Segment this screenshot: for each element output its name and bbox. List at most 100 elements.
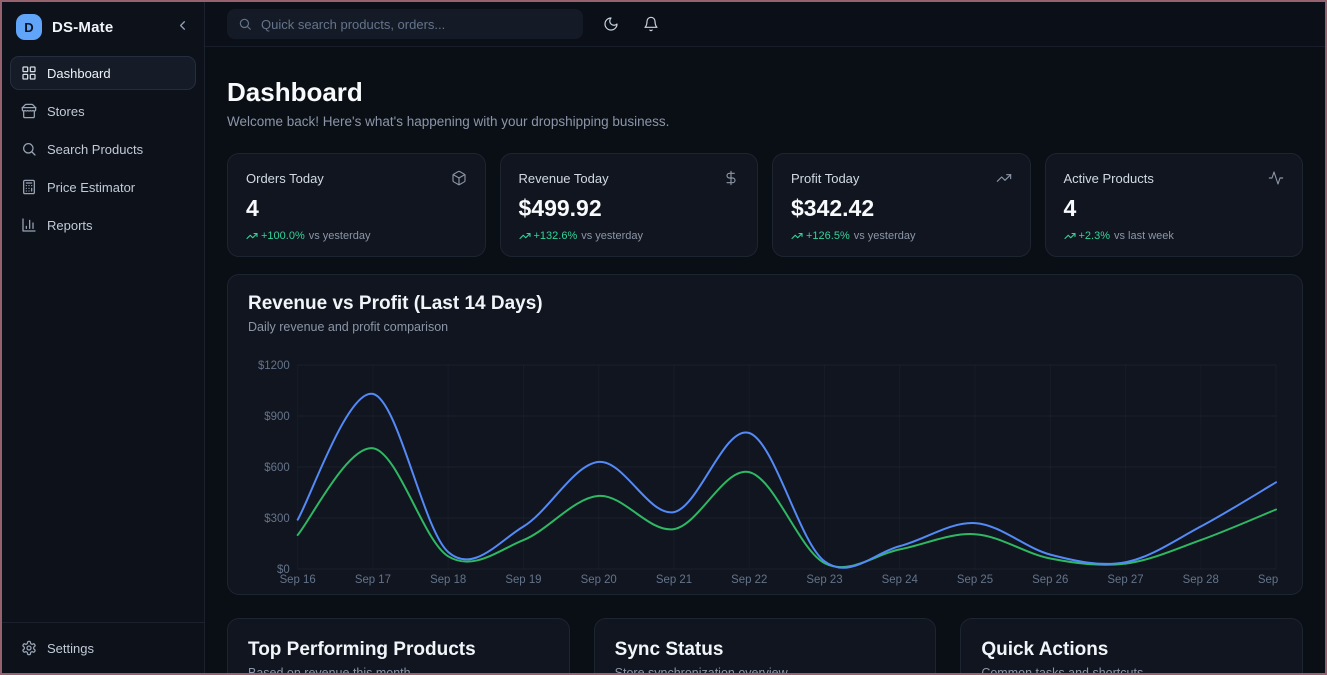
top-performing-products-card: Top Performing Products Based on revenue… <box>227 618 570 673</box>
card-title: Sync Status <box>615 639 916 661</box>
trending-up-icon <box>1064 230 1076 242</box>
sidebar-item-search-products[interactable]: Search Products <box>10 132 196 166</box>
svg-text:Sep 22: Sep 22 <box>731 574 767 586</box>
svg-text:Sep 26: Sep 26 <box>1032 574 1068 586</box>
activity-icon <box>1268 170 1284 186</box>
sidebar-item-reports[interactable]: Reports <box>10 208 196 242</box>
svg-text:Sep 23: Sep 23 <box>806 574 842 586</box>
store-icon <box>21 103 37 119</box>
stat-card-profit-today: Profit Today $342.42 +126.5% vs yesterda… <box>772 153 1031 257</box>
stat-value: 4 <box>246 195 467 222</box>
sidebar-item-label: Search Products <box>47 142 143 157</box>
stat-delta: +132.6% vs yesterday <box>519 230 740 242</box>
chevron-left-icon <box>175 18 190 36</box>
stat-card-orders-today: Orders Today 4 +100.0% vs yesterday <box>227 153 486 257</box>
stat-label: Profit Today <box>791 171 859 186</box>
trending-up-icon <box>246 230 258 242</box>
stat-delta: +126.5% vs yesterday <box>791 230 1012 242</box>
svg-text:Sep 27: Sep 27 <box>1107 574 1143 586</box>
sidebar-item-label: Price Estimator <box>47 180 135 195</box>
logo-initial: D <box>24 20 33 35</box>
sidebar-item-label: Stores <box>47 104 85 119</box>
sidebar: D DS-Mate Dashboard Stores <box>2 2 205 673</box>
bottom-cards-row: Top Performing Products Based on revenue… <box>227 618 1303 673</box>
main-area: Dashboard Welcome back! Here's what's ha… <box>205 2 1325 673</box>
svg-text:Sep 29: Sep 29 <box>1258 574 1282 586</box>
sidebar-item-settings[interactable]: Settings <box>10 631 196 665</box>
revenue-profit-chart-card: Revenue vs Profit (Last 14 Days) Daily r… <box>227 274 1303 595</box>
svg-text:Sep 18: Sep 18 <box>430 574 466 586</box>
svg-text:$600: $600 <box>264 462 289 474</box>
moon-icon <box>603 16 619 32</box>
card-subtitle: Common tasks and shortcuts <box>981 666 1282 673</box>
dashboard-grid-icon <box>21 65 37 81</box>
svg-text:$1200: $1200 <box>258 360 290 372</box>
sync-status-card: Sync Status Store synchronization overvi… <box>594 618 937 673</box>
stat-value: $499.92 <box>519 195 740 222</box>
revenue-profit-line-chart: $0$300$600$900$1200Sep 16Sep 17Sep 18Sep… <box>248 342 1282 586</box>
stat-delta-suffix: vs yesterday <box>309 230 371 242</box>
trending-up-icon <box>791 230 803 242</box>
search-box[interactable] <box>227 9 583 39</box>
search-icon <box>238 17 252 31</box>
svg-text:Sep 24: Sep 24 <box>882 574 919 586</box>
stat-delta-suffix: vs yesterday <box>854 230 916 242</box>
quick-actions-card: Quick Actions Common tasks and shortcuts <box>960 618 1303 673</box>
sidebar-collapse-button[interactable] <box>173 16 192 38</box>
svg-text:Sep 16: Sep 16 <box>280 574 316 586</box>
svg-text:Sep 20: Sep 20 <box>581 574 617 586</box>
stat-delta: +2.3% vs last week <box>1064 230 1285 242</box>
trending-up-icon <box>519 230 531 242</box>
dollar-sign-icon <box>723 170 739 186</box>
page-subtitle: Welcome back! Here's what's happening wi… <box>227 114 1303 129</box>
stat-value: $342.42 <box>791 195 1012 222</box>
notifications-button[interactable] <box>639 12 663 36</box>
stat-delta-value: +100.0% <box>261 230 305 242</box>
bar-chart-icon <box>21 217 37 233</box>
stat-label: Orders Today <box>246 171 324 186</box>
stat-value: 4 <box>1064 195 1285 222</box>
stat-delta-value: +126.5% <box>806 230 850 242</box>
card-title: Quick Actions <box>981 639 1282 661</box>
sidebar-footer: Settings <box>2 622 204 673</box>
stat-label: Revenue Today <box>519 171 609 186</box>
stat-delta-suffix: vs yesterday <box>581 230 643 242</box>
chart-gridlines <box>298 365 1276 569</box>
svg-text:Sep 17: Sep 17 <box>355 574 391 586</box>
chart-y-axis-labels: $0$300$600$900$1200 <box>258 360 290 576</box>
sidebar-item-price-estimator[interactable]: Price Estimator <box>10 170 196 204</box>
package-icon <box>451 170 467 186</box>
bell-icon <box>643 16 659 32</box>
sidebar-item-stores[interactable]: Stores <box>10 94 196 128</box>
svg-text:Sep 28: Sep 28 <box>1183 574 1219 586</box>
svg-text:Sep 19: Sep 19 <box>505 574 541 586</box>
stat-delta-value: +132.6% <box>534 230 578 242</box>
brand: D DS-Mate <box>2 2 204 52</box>
app-logo: D <box>16 14 42 40</box>
chart-x-axis-labels: Sep 16 Sep 17 Sep 18 Sep 19 Sep 20 Sep 21 Sep … <box>280 574 1282 586</box>
svg-text:$900: $900 <box>264 411 289 423</box>
stat-delta: +100.0% vs yesterday <box>246 230 467 242</box>
calculator-icon <box>21 179 37 195</box>
sidebar-item-label: Reports <box>47 218 93 233</box>
stat-card-revenue-today: Revenue Today $499.92 +132.6% vs yesterd… <box>500 153 759 257</box>
stat-cards-row: Orders Today 4 +100.0% vs yesterday <box>227 153 1303 257</box>
sidebar-item-label: Settings <box>47 641 94 656</box>
card-subtitle: Store synchronization overview <box>615 666 916 673</box>
trending-up-icon <box>996 170 1012 186</box>
sidebar-item-dashboard[interactable]: Dashboard <box>10 56 196 90</box>
sidebar-item-label: Dashboard <box>47 66 111 81</box>
svg-text:Sep 25: Sep 25 <box>957 574 993 586</box>
stat-delta-suffix: vs last week <box>1114 230 1174 242</box>
theme-toggle-button[interactable] <box>599 12 623 36</box>
search-input[interactable] <box>261 17 572 32</box>
card-title: Top Performing Products <box>248 639 549 661</box>
chart-title: Revenue vs Profit (Last 14 Days) <box>248 293 1282 315</box>
stat-card-active-products: Active Products 4 +2.3% vs last week <box>1045 153 1304 257</box>
search-icon <box>21 141 37 157</box>
svg-text:$300: $300 <box>264 513 289 525</box>
svg-text:Sep 21: Sep 21 <box>656 574 692 586</box>
chart-subtitle: Daily revenue and profit comparison <box>248 320 1282 334</box>
stat-delta-value: +2.3% <box>1079 230 1111 242</box>
page-title: Dashboard <box>227 77 1303 108</box>
